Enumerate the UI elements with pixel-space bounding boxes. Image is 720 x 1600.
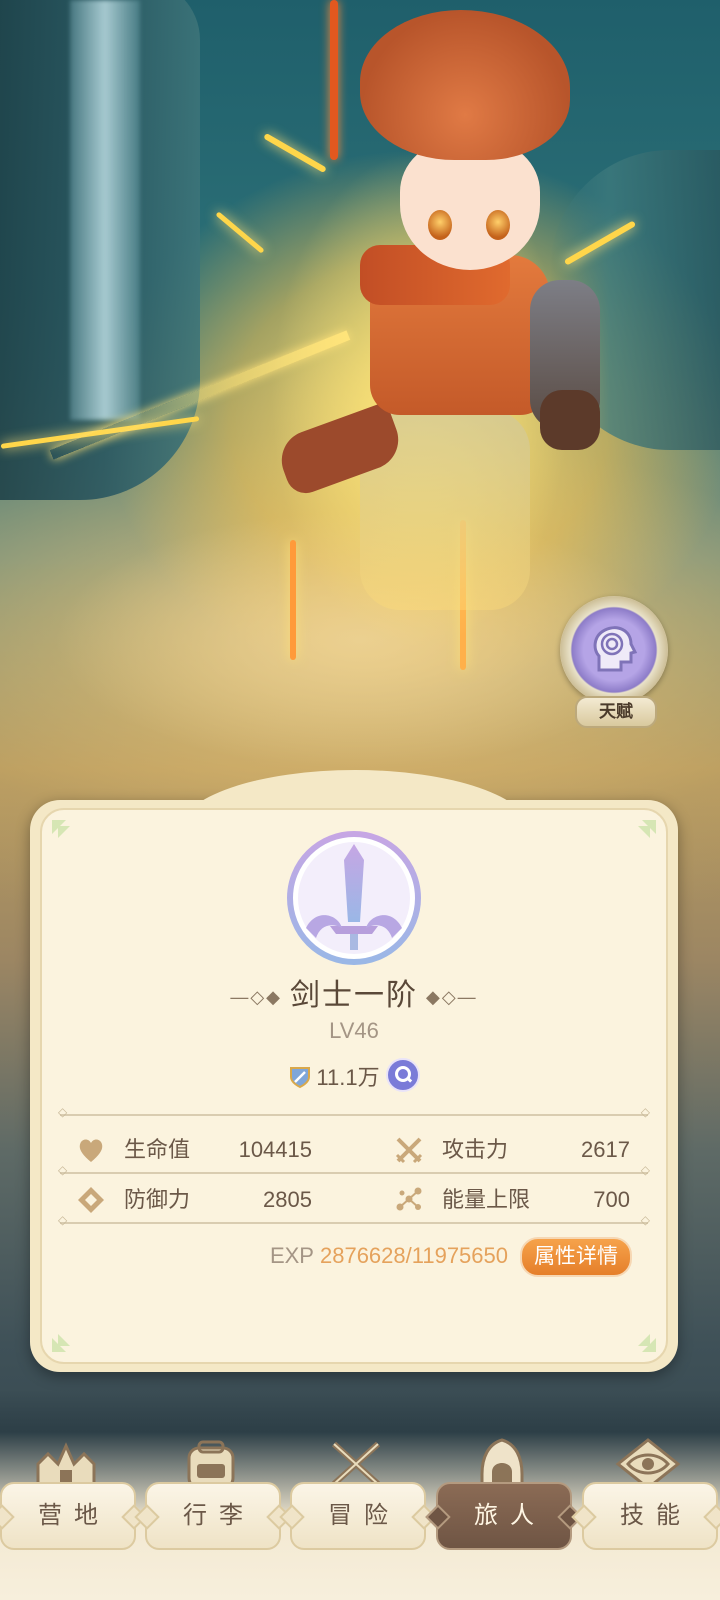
stats-divider bbox=[58, 1105, 650, 1119]
stats-divider bbox=[58, 1163, 650, 1177]
nav-tab-adventure[interactable]: 冒险 bbox=[290, 1436, 426, 1562]
nav-tab-traveler[interactable]: 旅人 bbox=[436, 1436, 572, 1562]
waterfall bbox=[70, 0, 140, 420]
character-hair bbox=[360, 10, 570, 160]
stat-value: 700 bbox=[593, 1187, 630, 1212]
character-swordsman bbox=[49, 10, 620, 670]
stat-attack: 攻击力 2617 bbox=[394, 1130, 630, 1170]
stat-label: 防御力 bbox=[124, 1187, 191, 1212]
stat-defense: 防御力 2805 bbox=[76, 1180, 312, 1220]
combat-power-shield-icon bbox=[290, 1067, 311, 1089]
stat-label: 生命值 bbox=[124, 1137, 191, 1162]
character-info-card: —◇◆ 剑士一阶 ◆◇— LV46 11.1万 生命值 104415 攻击力 261… bbox=[30, 770, 678, 1372]
exp-label: EXP bbox=[269, 1243, 314, 1268]
stat-value: 104415 bbox=[238, 1137, 312, 1162]
character-level: LV46 bbox=[329, 1018, 379, 1043]
combat-power: 11.1万 bbox=[30, 1058, 678, 1092]
stat-label: 攻击力 bbox=[442, 1137, 509, 1162]
head-spiral-icon bbox=[593, 626, 638, 672]
nav-tab-skills[interactable]: 技能 bbox=[582, 1436, 718, 1562]
energy-nodes-icon bbox=[396, 1187, 422, 1211]
stat-label: 能量上限 bbox=[442, 1187, 531, 1212]
class-name: 剑士一阶 bbox=[290, 979, 418, 1012]
exp-row: EXP 2876628/11975650 属性详情 bbox=[269, 1236, 632, 1278]
swordsman-class-emblem-icon bbox=[287, 831, 421, 965]
stat-hp: 生命值 104415 bbox=[76, 1130, 312, 1170]
nav-tab-plate: 技能 bbox=[582, 1482, 718, 1550]
nav-tab-plate: 冒险 bbox=[290, 1482, 426, 1550]
corner-ornament-icon bbox=[638, 1334, 656, 1352]
corner-ornament-icon bbox=[638, 820, 656, 838]
character-fist bbox=[540, 390, 600, 450]
stats-divider bbox=[58, 1213, 650, 1227]
bottom-navigation: 营地 行李 冒险 旅人 技能 bbox=[0, 1390, 720, 1600]
nav-tab-plate: 营地 bbox=[0, 1482, 136, 1550]
talent-button[interactable]: 天赋 bbox=[555, 596, 673, 728]
corner-ornament-icon bbox=[52, 1334, 70, 1352]
attribute-details-button[interactable]: 属性详情 bbox=[520, 1237, 632, 1278]
nav-tab-plate: 旅人 bbox=[436, 1482, 572, 1550]
stat-value: 2805 bbox=[263, 1187, 312, 1212]
title-right-ornament: ◆◇— bbox=[426, 986, 478, 1007]
power-details-search-icon[interactable] bbox=[385, 1058, 420, 1092]
nav-tab-label: 冒险 bbox=[328, 1502, 400, 1529]
character-eye bbox=[486, 210, 510, 240]
stat-energy-cap: 能量上限 700 bbox=[394, 1180, 630, 1220]
crossed-swords-icon bbox=[395, 1137, 423, 1164]
title-left-ornament: —◇◆ bbox=[230, 986, 282, 1007]
nav-tab-camp[interactable]: 营地 bbox=[0, 1436, 136, 1562]
combat-power-value: 11.1万 bbox=[316, 1065, 380, 1090]
talent-label: 天赋 bbox=[575, 696, 657, 728]
corner-ornament-icon bbox=[52, 820, 70, 838]
nav-tab-label: 旅人 bbox=[474, 1502, 546, 1529]
character-eye bbox=[428, 210, 452, 240]
exp-value: 2876628/11975650 bbox=[319, 1243, 508, 1268]
nav-tab-luggage[interactable]: 行李 bbox=[145, 1436, 281, 1562]
heart-icon bbox=[79, 1139, 103, 1162]
nav-tab-label: 行李 bbox=[183, 1502, 255, 1529]
diamond-shield-icon bbox=[78, 1187, 104, 1213]
nav-tab-plate: 行李 bbox=[145, 1482, 281, 1550]
class-title: —◇◆ 剑士一阶 ◆◇— bbox=[30, 970, 678, 1014]
nav-tab-label: 技能 bbox=[620, 1502, 692, 1529]
stat-value: 2617 bbox=[581, 1137, 630, 1162]
nav-tab-label: 营地 bbox=[38, 1502, 110, 1529]
